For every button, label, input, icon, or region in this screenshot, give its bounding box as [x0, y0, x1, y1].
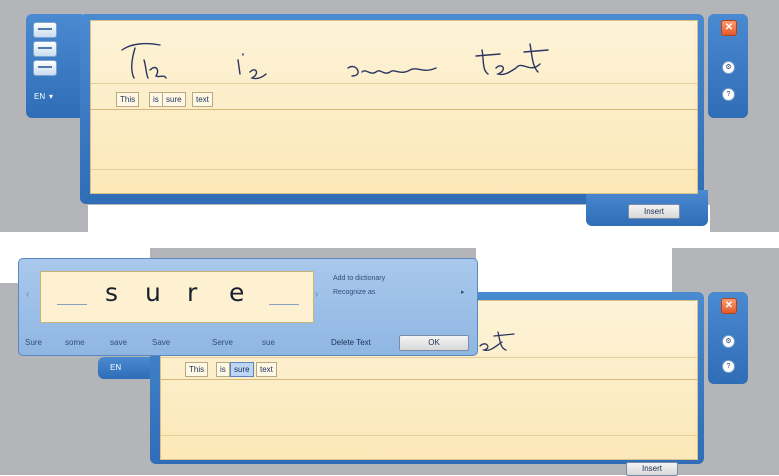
- letter-editor[interactable]: s u r e: [40, 271, 314, 323]
- letter-box[interactable]: s: [105, 278, 118, 307]
- bottom-right-controls: ✕ ⚙ ?: [708, 292, 748, 384]
- character-pad-icon[interactable]: [33, 41, 57, 57]
- candidate-word[interactable]: Save: [152, 338, 170, 347]
- word-chip[interactable]: sure: [162, 92, 186, 107]
- bottom-left-sidebar: EN: [98, 357, 158, 379]
- word-chip[interactable]: text: [192, 92, 213, 107]
- keyboard-icon[interactable]: [33, 60, 57, 76]
- close-icon[interactable]: ✕: [721, 20, 737, 36]
- top-right-controls: ✕ ⚙ ?: [708, 14, 748, 118]
- word-chip[interactable]: is: [216, 362, 230, 377]
- recognize-as-item[interactable]: Recognize as: [333, 289, 375, 296]
- insert-button[interactable]: Insert: [628, 204, 680, 219]
- delete-text-button[interactable]: Delete Text: [331, 338, 371, 347]
- candidate-word[interactable]: sue: [262, 338, 275, 347]
- word-chip[interactable]: is: [149, 92, 163, 107]
- top-handwriting-ink: [121, 42, 549, 80]
- submenu-arrow-icon: ▸: [461, 289, 465, 296]
- chevron-down-icon: ▾: [49, 92, 54, 101]
- help-icon[interactable]: ?: [722, 360, 735, 373]
- candidate-word[interactable]: Sure: [25, 338, 42, 347]
- gear-icon[interactable]: ⚙: [722, 335, 735, 348]
- language-selector[interactable]: EN: [110, 363, 121, 372]
- letter-box[interactable]: r: [187, 278, 197, 307]
- help-icon[interactable]: ?: [722, 88, 735, 101]
- ok-button[interactable]: OK: [399, 335, 469, 351]
- word-chip[interactable]: This: [185, 362, 209, 377]
- close-icon[interactable]: ✕: [721, 298, 737, 314]
- gear-icon[interactable]: ⚙: [722, 61, 735, 74]
- candidate-word[interactable]: Serve: [212, 338, 233, 347]
- selected-word-chip[interactable]: sure: [230, 362, 254, 377]
- top-left-sidebar: EN ▾: [26, 14, 86, 118]
- word-chip[interactable]: text: [256, 362, 277, 377]
- language-selector[interactable]: EN: [34, 92, 45, 101]
- letter-box[interactable]: u: [145, 278, 161, 307]
- add-to-dictionary-item[interactable]: Add to dictionary: [333, 275, 385, 282]
- bottom-handwriting-ink: [479, 331, 515, 352]
- word-chip[interactable]: This: [116, 92, 140, 107]
- correction-popup: ‹ s u r e › Add to dictionary Recognize …: [18, 258, 478, 356]
- candidate-word[interactable]: some: [65, 338, 85, 347]
- write-pad-icon[interactable]: [33, 22, 57, 38]
- bottom-white-top: [476, 248, 672, 293]
- insert-button[interactable]: Insert: [626, 462, 678, 476]
- chevron-right-icon[interactable]: ›: [315, 289, 318, 300]
- letter-box[interactable]: e: [229, 278, 244, 307]
- candidate-word[interactable]: save: [110, 338, 127, 347]
- chevron-left-icon[interactable]: ‹: [26, 289, 29, 300]
